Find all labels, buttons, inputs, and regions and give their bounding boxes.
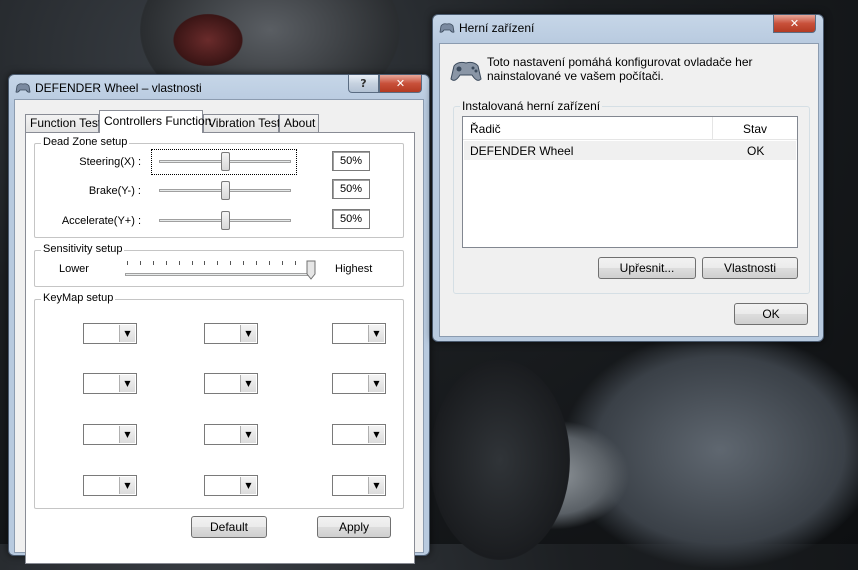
sensitivity-low-label: Lower	[59, 263, 89, 275]
installed-devices-label: Instalovaná herní zařízení	[460, 99, 603, 113]
column-header-status[interactable]: Stav	[743, 122, 767, 136]
list-row[interactable]: DEFENDER Wheel OK	[464, 141, 796, 160]
device-status: OK	[747, 144, 765, 158]
list-header: Řadič Stav	[463, 117, 797, 140]
steering-label: Steering(X) :	[79, 156, 141, 168]
chevron-down-icon[interactable]: ▼	[119, 426, 135, 443]
chevron-down-icon[interactable]: ▼	[368, 325, 384, 342]
sensitivity-legend: Sensitivity setup	[41, 243, 125, 255]
brake-slider-thumb[interactable]	[221, 181, 230, 200]
accelerate-label: Accelerate(Y+) :	[61, 215, 141, 227]
brake-label: Brake(Y-) :	[88, 185, 141, 197]
keymap-select[interactable]: ▼	[332, 373, 386, 394]
close-button[interactable]: ✕	[773, 15, 816, 33]
window-client-area: Toto nastavení pomáhá konfigurovat ovlad…	[439, 43, 819, 337]
keymap-select[interactable]: ▼	[83, 373, 137, 394]
chevron-down-icon[interactable]: ▼	[240, 426, 256, 443]
sensitivity-tick	[243, 261, 245, 265]
sensitivity-tick	[191, 261, 193, 265]
background-shape	[168, 10, 248, 70]
window-title: Herní zařízení	[459, 21, 535, 35]
chevron-down-icon[interactable]: ▼	[240, 375, 256, 392]
sensitivity-group: Sensitivity setup Lower Highest	[34, 243, 404, 287]
sensitivity-tick	[204, 261, 206, 265]
column-header-controller[interactable]: Řadič	[470, 122, 501, 136]
tab-about[interactable]: About	[279, 114, 319, 132]
chevron-down-icon[interactable]: ▼	[119, 477, 135, 494]
gamepad-icon	[15, 83, 31, 93]
ok-button[interactable]: OK	[734, 303, 808, 325]
sensitivity-ticks	[127, 261, 317, 267]
tab-controllers-function[interactable]: Controllers Function	[99, 110, 211, 133]
tab-panel: Dead Zone setup Steering(X) : 50% Brake(…	[25, 132, 415, 564]
keymap-select[interactable]: ▼	[83, 424, 137, 445]
chevron-down-icon[interactable]: ▼	[240, 477, 256, 494]
keymap-select[interactable]: ▼	[332, 323, 386, 344]
accelerate-value: 50%	[332, 209, 370, 229]
sensitivity-tick	[268, 261, 270, 265]
sensitivity-tick	[217, 261, 219, 265]
devices-list[interactable]: Řadič Stav DEFENDER Wheel OK	[462, 116, 798, 248]
keymap-select[interactable]: ▼	[204, 323, 258, 344]
window-title: DEFENDER Wheel – vlastnosti	[35, 81, 202, 95]
sensitivity-tick	[152, 261, 154, 265]
device-name: DEFENDER Wheel	[470, 144, 574, 158]
keymap-group: KeyMap setup Brake▼Accel▼Key1▼Key2▼Key3▼…	[34, 292, 404, 509]
steering-value: 50%	[332, 151, 370, 171]
chevron-down-icon[interactable]: ▼	[119, 325, 135, 342]
keymap-select[interactable]: ▼	[204, 475, 258, 496]
sensitivity-slider-thumb[interactable]	[306, 260, 316, 280]
keymap-select[interactable]: ▼	[204, 373, 258, 394]
column-divider	[712, 117, 713, 139]
accelerate-slider-thumb[interactable]	[221, 211, 230, 230]
window-client-area: Function Test Controllers Function Vibra…	[14, 99, 424, 564]
keymap-select[interactable]: ▼	[332, 475, 386, 496]
brake-value: 50%	[332, 179, 370, 199]
sensitivity-slider-track[interactable]	[125, 273, 313, 276]
description-text: Toto nastavení pomáhá konfigurovat ovlad…	[487, 55, 753, 83]
close-button[interactable]: ✕	[379, 75, 422, 93]
chevron-down-icon[interactable]: ▼	[368, 375, 384, 392]
advanced-button[interactable]: Upřesnit...	[598, 257, 696, 279]
keymap-select[interactable]: ▼	[83, 475, 137, 496]
game-controllers-window: Herní zařízení ✕ Toto nastavení pomáhá k…	[432, 14, 824, 342]
sensitivity-tick	[281, 261, 283, 265]
tab-vibration-test[interactable]: Vibration Test	[203, 114, 280, 132]
background-shape	[430, 360, 570, 560]
tab-function-test[interactable]: Function Test	[25, 114, 101, 132]
dead-zone-legend: Dead Zone setup	[41, 136, 130, 148]
properties-button[interactable]: Vlastnosti	[702, 257, 798, 279]
sensitivity-tick	[165, 261, 167, 265]
chevron-down-icon[interactable]: ▼	[368, 477, 384, 494]
chevron-down-icon[interactable]: ▼	[240, 325, 256, 342]
default-button[interactable]: Default	[191, 516, 267, 538]
chevron-down-icon[interactable]: ▼	[368, 426, 384, 443]
keymap-legend: KeyMap setup	[41, 292, 116, 304]
sensitivity-high-label: Highest	[335, 263, 373, 275]
chevron-down-icon[interactable]: ▼	[119, 375, 135, 392]
help-button[interactable]: ?	[348, 75, 379, 93]
sensitivity-tick	[294, 261, 296, 265]
keymap-select[interactable]: ▼	[332, 424, 386, 445]
gamepad-icon	[439, 23, 455, 33]
sensitivity-tick	[139, 261, 141, 265]
defender-properties-window: DEFENDER Wheel – vlastnosti ? ✕ Function…	[8, 74, 430, 564]
gamepad-icon	[450, 61, 482, 81]
keymap-select[interactable]: ▼	[83, 323, 137, 344]
keymap-select[interactable]: ▼	[204, 424, 258, 445]
sensitivity-tick	[230, 261, 232, 265]
sensitivity-tick	[127, 261, 128, 265]
dead-zone-group: Dead Zone setup Steering(X) : 50% Brake(…	[34, 136, 404, 238]
sensitivity-tick	[256, 261, 257, 265]
steering-slider-thumb[interactable]	[221, 152, 230, 171]
sensitivity-tick	[178, 261, 180, 265]
apply-button[interactable]: Apply	[317, 516, 391, 538]
